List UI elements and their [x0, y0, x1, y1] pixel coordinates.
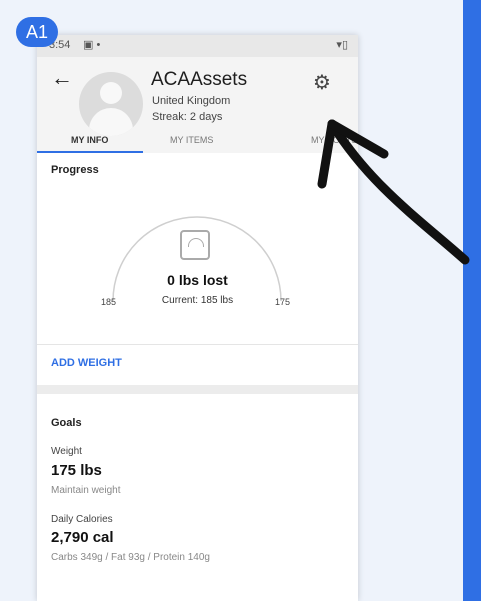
weight-lost-label: 0 lbs lost [167, 272, 228, 288]
step-badge: A1 [16, 17, 58, 47]
tab-my-items[interactable]: MY ITEMS [170, 135, 213, 145]
arrow-shaft [327, 119, 470, 265]
country-label: United Kingdom [152, 95, 231, 107]
back-arrow-icon[interactable]: ← [51, 65, 73, 91]
goals-title: Goals [51, 417, 82, 429]
status-bar: 3:54 ▣ • ▾▯ [37, 35, 358, 57]
goal-weight-label: Weight [51, 446, 82, 457]
tab-my-info[interactable]: MY INFO [71, 135, 108, 145]
scale-icon [180, 230, 210, 260]
scale-dial [188, 238, 204, 247]
section-divider [37, 385, 358, 394]
gear-icon[interactable]: ⚙ [313, 70, 331, 95]
arrow-head-left [317, 119, 337, 189]
status-left-icons: ▣ • [83, 39, 101, 51]
avatar-head [100, 82, 122, 104]
avatar[interactable] [79, 72, 143, 136]
curved-arrow-icon [317, 119, 470, 265]
username: ACAAssets [151, 69, 248, 90]
daily-calories-value: 2,790 cal [51, 529, 114, 546]
status-right-icons: ▾▯ [336, 39, 348, 51]
goal-weight-sub: Maintain weight [51, 485, 121, 496]
current-weight: Current: 185 lbs [161, 295, 234, 306]
add-weight-button[interactable]: ADD WEIGHT [51, 357, 122, 369]
goal-weight-value: 175 lbs [51, 462, 102, 479]
add-weight-row[interactable]: ADD WEIGHT [37, 344, 358, 385]
goal-weight: 175 [275, 297, 291, 307]
progress-title: Progress [51, 164, 99, 176]
macros-label: Carbs 349g / Fat 93g / Protein 140g [51, 552, 210, 563]
blue-side-strip [463, 0, 481, 601]
streak-label: Streak: 2 days [152, 111, 223, 123]
goals-card: Goals Weight 175 lbs Maintain weight Dai… [37, 402, 358, 601]
daily-calories-label: Daily Calories [51, 514, 113, 525]
